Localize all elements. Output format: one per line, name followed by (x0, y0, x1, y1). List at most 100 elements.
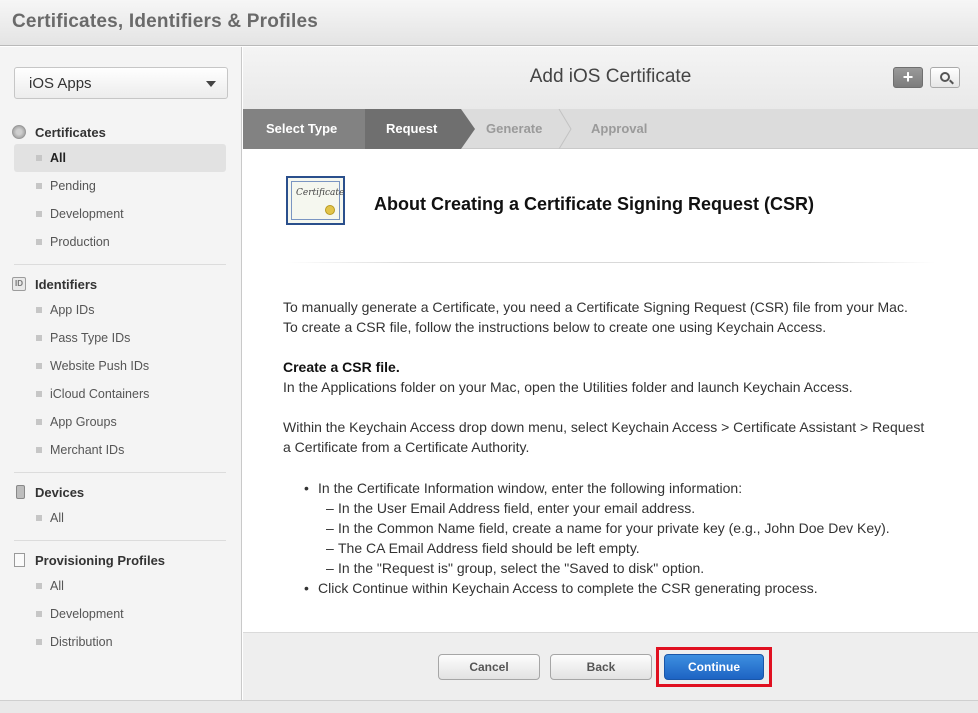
sidebar-item-merchant-ids[interactable]: Merchant IDs (14, 436, 226, 464)
bottom-strip (0, 700, 978, 713)
certificate-icon-text: Certificate (296, 188, 345, 198)
sidebar: iOS Apps Certificates All Pending Develo… (0, 47, 242, 700)
step-select-type: Select Type (243, 109, 365, 149)
sidebar-item-pass-type-ids[interactable]: Pass Type IDs (14, 324, 226, 352)
step-request: Request (365, 109, 461, 149)
step-arrow (461, 109, 475, 149)
sidebar-item-certificates-all[interactable]: All (14, 144, 226, 172)
cancel-button[interactable]: Cancel (438, 654, 540, 680)
sidebar-item-profiles-all[interactable]: All (14, 572, 226, 600)
sidebar-section-devices: Devices All (0, 482, 242, 532)
chevron-down-icon (206, 81, 216, 87)
sub-list-item: – In the User Email Address field, enter … (326, 500, 696, 516)
sidebar-section-provisioning-profiles: Provisioning Profiles All Development Di… (0, 550, 242, 656)
sidebar-section-header: Certificates (0, 122, 242, 144)
bullet-icon (36, 363, 42, 369)
certificate-icon: Certificate (286, 176, 345, 225)
bullet-icon (36, 583, 42, 589)
sidebar-item-certificates-pending[interactable]: Pending (14, 172, 226, 200)
sidebar-item-label: App Groups (50, 415, 117, 429)
platform-select[interactable]: iOS Apps (14, 67, 228, 99)
document-icon (14, 553, 25, 567)
divider (14, 472, 226, 473)
sidebar-item-label: Development (50, 207, 124, 221)
sidebar-section-identifiers: ID Identifiers App IDs Pass Type IDs Web… (0, 274, 242, 464)
sidebar-item-certificates-production[interactable]: Production (14, 228, 226, 256)
sidebar-section-certificates: Certificates All Pending Development Pro… (0, 122, 242, 256)
sidebar-item-devices-all[interactable]: All (14, 504, 226, 532)
divider (14, 264, 226, 265)
sidebar-item-label: Pending (50, 179, 96, 193)
list-item: • Click Continue within Keychain Access t… (304, 580, 818, 596)
main-title: Add iOS Certificate (529, 66, 692, 87)
step-chevron (558, 109, 572, 149)
section-title-provisioning-profiles: Provisioning Profiles (35, 553, 166, 568)
bullet-icon (36, 335, 42, 341)
menu-instructions: Within the Keychain Access drop down men… (283, 419, 925, 455)
highlight-frame: Continue (656, 647, 772, 687)
sidebar-item-label: All (50, 579, 64, 593)
device-icon (16, 485, 25, 499)
sidebar-item-label: App IDs (50, 303, 95, 317)
sidebar-section-header: ID Identifiers (0, 274, 242, 296)
sidebar-item-label: All (50, 151, 66, 165)
sidebar-item-label: Website Push IDs (50, 359, 150, 373)
platform-select-value: iOS Apps (29, 75, 92, 92)
bullet-icon (36, 391, 42, 397)
sidebar-item-icloud-containers[interactable]: iCloud Containers (14, 380, 226, 408)
sub-list-item: – In the Common Name field, create a name… (326, 520, 890, 536)
top-bar: Certificates, Identifiers & Profiles (0, 0, 978, 46)
bullet-icon (36, 447, 42, 453)
step-label: Generate (486, 121, 543, 136)
sidebar-item-profiles-distribution[interactable]: Distribution (14, 628, 226, 656)
sidebar-item-app-ids[interactable]: App IDs (14, 296, 226, 324)
seal-icon (325, 205, 335, 215)
bullet-icon (36, 183, 42, 189)
instruction-list: • In the Certificate Information window, … (283, 478, 963, 598)
bullet-icon (36, 419, 42, 425)
bullet-icon (36, 611, 42, 617)
sidebar-item-label: Pass Type IDs (50, 331, 131, 345)
continue-button[interactable]: Continue (664, 654, 764, 680)
step-label: Approval (591, 121, 648, 136)
bullet-icon (36, 239, 42, 245)
sidebar-item-label: Production (50, 235, 110, 249)
sidebar-section-header: Provisioning Profiles (0, 550, 242, 572)
main-panel: Add iOS Certificate + Select Type Reques… (243, 47, 978, 700)
bullet-icon (36, 307, 42, 313)
sidebar-item-label: Merchant IDs (50, 443, 125, 457)
sidebar-item-website-push-ids[interactable]: Website Push IDs (14, 352, 226, 380)
id-badge-icon: ID (12, 277, 26, 291)
certificate-badge-icon (12, 125, 26, 139)
step-label: Select Type (266, 121, 338, 136)
content-heading: About Creating a Certificate Signing Req… (374, 194, 815, 214)
progress-steps: Select Type Request Generate Approval (243, 109, 978, 149)
sidebar-item-certificates-development[interactable]: Development (14, 200, 226, 228)
sub-list-item: – The CA Email Address field should be le… (326, 540, 640, 556)
sidebar-item-label: iCloud Containers (50, 387, 150, 401)
main-header: Add iOS Certificate + (243, 47, 978, 109)
sidebar-item-profiles-development[interactable]: Development (14, 600, 226, 628)
divider (14, 540, 226, 541)
sidebar-item-label: Distribution (50, 635, 113, 649)
footer-bar: Cancel Back Continue (243, 632, 978, 700)
section-title-identifiers: Identifiers (35, 277, 98, 292)
create-csr-section: Create a CSR file. In the Applications f… (283, 357, 923, 397)
back-button[interactable]: Back (550, 654, 652, 680)
bullet-icon (36, 639, 42, 645)
bullet-icon (36, 155, 42, 161)
sidebar-item-label: Development (50, 607, 124, 621)
list-item: • In the Certificate Information window, … (304, 480, 743, 496)
intro-paragraph: To manually generate a Certificate, you … (283, 299, 908, 335)
sub-list-item: – In the "Request is" group, select the "… (326, 560, 705, 576)
search-button[interactable] (930, 67, 960, 88)
sidebar-item-label: All (50, 511, 64, 525)
section-title-certificates: Certificates (35, 125, 106, 140)
page-title: Certificates, Identifiers & Profiles (12, 11, 319, 32)
bullet-icon (36, 211, 42, 217)
bullet-icon (36, 515, 42, 521)
sidebar-section-header: Devices (0, 482, 242, 504)
create-csr-heading: Create a CSR file. (283, 359, 400, 375)
sidebar-item-app-groups[interactable]: App Groups (14, 408, 226, 436)
add-button[interactable]: + (893, 67, 923, 88)
